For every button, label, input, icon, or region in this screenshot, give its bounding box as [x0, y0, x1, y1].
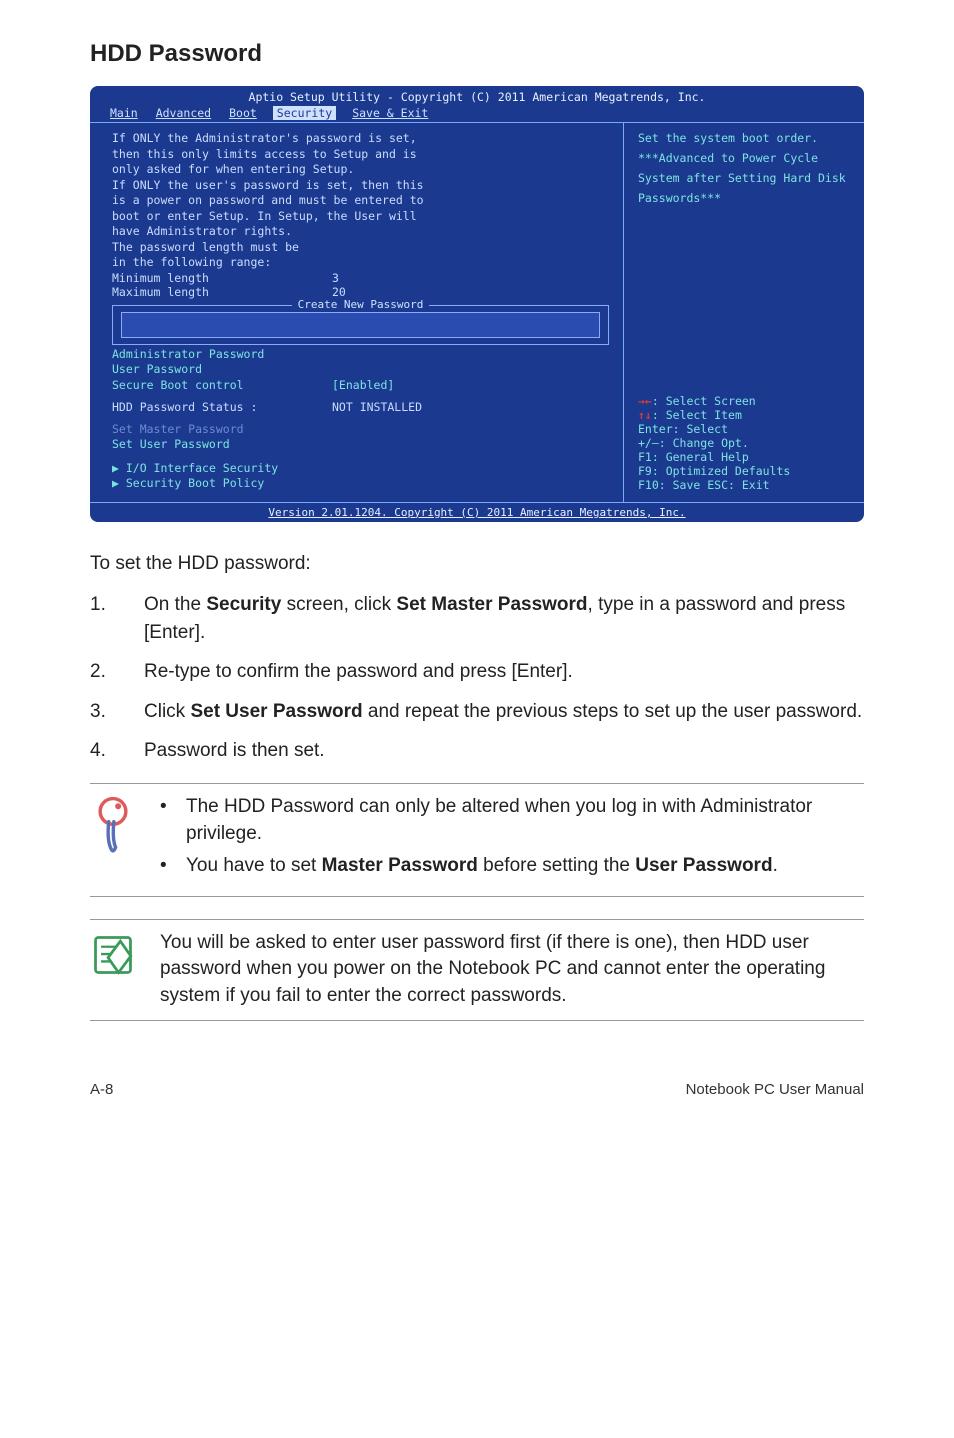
key-f1: F1: General Help	[638, 450, 850, 464]
step-3: 3. Click Set User Password and repeat th…	[90, 698, 864, 726]
tab-security: Security	[273, 106, 336, 120]
arrow-lr-icon: →←	[638, 394, 652, 408]
key-select-item: ↑↓: Select Item	[638, 408, 850, 422]
io-interface-security-item: ▶ I/O Interface Security	[112, 461, 609, 477]
triangle-icon: ▶	[112, 461, 126, 475]
help-line: System after Setting Hard Disk	[638, 171, 850, 185]
bios-info-line: boot or enter Setup. In Setup, the User …	[112, 209, 609, 225]
bullet-icon: •	[160, 794, 170, 847]
help-line: Passwords***	[638, 191, 850, 205]
intro-text: To set the HDD password:	[90, 550, 864, 578]
bios-tabbar: Main Advanced Boot Security Save & Exit	[90, 106, 864, 123]
bios-screenshot: Aptio Setup Utility - Copyright (C) 2011…	[90, 86, 864, 522]
step-2: 2. Re-type to confirm the password and p…	[90, 658, 864, 686]
step-4: 4. Password is then set.	[90, 737, 864, 765]
help-line: ***Advanced to Power Cycle	[638, 151, 850, 165]
page-number: A-8	[90, 1081, 113, 1098]
bios-left-pane: If ONLY the Administrator's password is …	[90, 123, 624, 502]
user-password-item: User Password	[112, 362, 609, 378]
max-length-label: Maximum length	[112, 285, 332, 299]
set-master-password-item: Set Master Password	[112, 422, 609, 438]
tip-bullet: • The HDD Password can only be altered w…	[160, 794, 864, 847]
key-select-screen: →←: Select Screen	[638, 394, 850, 408]
tip-bullet: • You have to set Master Password before…	[160, 853, 864, 880]
manual-title: Notebook PC User Manual	[686, 1081, 864, 1098]
set-user-password-item: Set User Password	[112, 437, 609, 453]
tab-main: Main	[108, 106, 140, 120]
tab-boot: Boot	[227, 106, 259, 120]
key-enter: Enter: Select	[638, 422, 850, 436]
bios-footer: Version 2.01.1204. Copyright (C) 2011 Am…	[90, 502, 864, 522]
page-footer: A-8 Notebook PC User Manual	[90, 1081, 864, 1098]
hdd-status-value: NOT INSTALLED	[332, 400, 609, 414]
key-change: +/—: Change Opt.	[638, 436, 850, 450]
steps-list: 1. On the Security screen, click Set Mas…	[90, 591, 864, 765]
secure-boot-value: [Enabled]	[332, 378, 609, 392]
secure-boot-label: Secure Boot control	[112, 378, 332, 392]
admin-password-item: Administrator Password	[112, 347, 609, 363]
tab-advanced: Advanced	[154, 106, 213, 120]
key-f10: F10: Save ESC: Exit	[638, 478, 850, 492]
dialog-title: Create New Password	[292, 298, 430, 311]
help-line: Set the system boot order.	[638, 131, 850, 145]
bios-info-line: The password length must be	[112, 240, 609, 256]
bios-info-line: only asked for when entering Setup.	[112, 162, 609, 178]
tab-save-exit: Save & Exit	[350, 106, 430, 120]
password-input-box	[121, 312, 600, 338]
step-number: 3.	[90, 698, 116, 726]
min-length-value: 3	[332, 271, 609, 285]
triangle-icon: ▶	[112, 476, 126, 490]
min-length-label: Minimum length	[112, 271, 332, 285]
bios-info-line: in the following range:	[112, 255, 609, 271]
bios-info-line: have Administrator rights.	[112, 224, 609, 240]
hdd-status-label: HDD Password Status :	[112, 400, 332, 414]
section-heading: HDD Password	[90, 40, 864, 68]
bios-right-pane: Set the system boot order. ***Advanced t…	[624, 123, 864, 502]
security-boot-policy-item: ▶ Security Boot Policy	[112, 476, 609, 492]
tip-icon	[90, 794, 140, 861]
step-1: 1. On the Security screen, click Set Mas…	[90, 591, 864, 646]
tip-callout: • The HDD Password can only be altered w…	[90, 783, 864, 897]
bios-info-line: then this only limits access to Setup an…	[112, 147, 609, 163]
step-number: 2.	[90, 658, 116, 686]
step-number: 4.	[90, 737, 116, 765]
note-callout: You will be asked to enter user password…	[90, 919, 864, 1021]
step-number: 1.	[90, 591, 116, 646]
max-length-value: 20	[332, 285, 609, 299]
bios-info-line: If ONLY the Administrator's password is …	[112, 131, 609, 147]
bullet-icon: •	[160, 853, 170, 880]
bios-info-line: If ONLY the user's password is set, then…	[112, 178, 609, 194]
create-password-dialog: Create New Password	[112, 305, 609, 345]
arrow-ud-icon: ↑↓	[638, 408, 652, 422]
bios-info-line: is a power on password and must be enter…	[112, 193, 609, 209]
bios-title: Aptio Setup Utility - Copyright (C) 2011…	[90, 86, 864, 106]
key-f9: F9: Optimized Defaults	[638, 464, 850, 478]
note-icon	[90, 930, 140, 983]
note-text: You will be asked to enter user password…	[160, 930, 864, 1010]
